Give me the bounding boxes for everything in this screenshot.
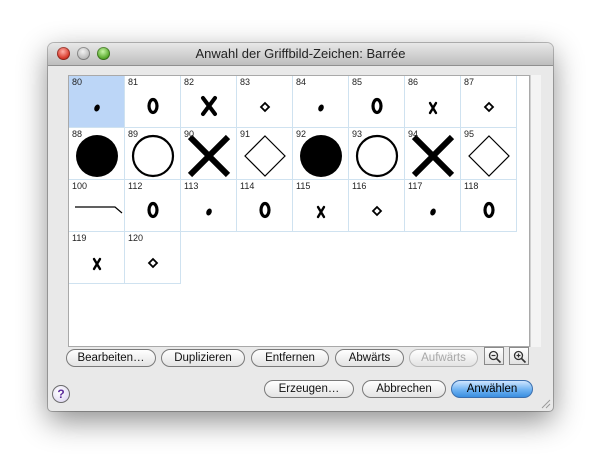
zoom-out-icon xyxy=(488,350,502,364)
symbol-number: 114 xyxy=(240,181,255,191)
symbol-cell[interactable]: 92 xyxy=(293,128,349,180)
symbol-cell[interactable]: 119 xyxy=(69,232,125,284)
symbol-cell[interactable]: 114 xyxy=(237,180,293,232)
symbol-cell[interactable]: 112 xyxy=(125,180,181,232)
symbol-number: 113 xyxy=(184,181,199,191)
symbol-number: 92 xyxy=(296,129,307,139)
symbol-number: 91 xyxy=(240,129,251,139)
symbol-number: 115 xyxy=(296,181,311,191)
symbol-cell[interactable]: 118 xyxy=(461,180,517,232)
create-button[interactable]: Erzeugen… xyxy=(264,380,354,398)
symbol-number: 83 xyxy=(240,77,251,87)
symbol-cell[interactable]: 116 xyxy=(349,180,405,232)
symbol-number: 95 xyxy=(464,129,475,139)
dialog-window: Anwahl der Griffbild-Zeichen: Barrée 80 8… xyxy=(48,43,553,411)
remove-button[interactable]: Entfernen xyxy=(251,349,329,367)
symbol-cell[interactable]: 117 xyxy=(405,180,461,232)
symbol-cell[interactable]: 87 xyxy=(461,76,517,128)
symbol-number: 112 xyxy=(128,181,143,191)
symbol-number: 85 xyxy=(352,77,363,87)
symbol-cell[interactable]: 113 xyxy=(181,180,237,232)
vertical-scrollbar[interactable] xyxy=(530,75,541,347)
symbol-cell[interactable]: 90 xyxy=(181,128,237,180)
symbol-number: 86 xyxy=(408,77,419,87)
symbol-cell[interactable]: 80 xyxy=(69,76,125,128)
symbol-cell[interactable]: 94 xyxy=(405,128,461,180)
cancel-button[interactable]: Abbrechen xyxy=(362,380,446,398)
zoom-out-button[interactable] xyxy=(484,347,504,365)
symbol-number: 89 xyxy=(128,129,139,139)
symbol-number: 80 xyxy=(72,77,83,87)
symbol-number: 84 xyxy=(296,77,307,87)
symbol-number: 81 xyxy=(128,77,139,87)
symbol-number: 93 xyxy=(352,129,363,139)
symbol-cell[interactable]: 84 xyxy=(293,76,349,128)
symbol-cell[interactable]: 100 xyxy=(69,180,125,232)
symbol-cell[interactable]: 85 xyxy=(349,76,405,128)
resize-grip-icon[interactable] xyxy=(539,397,551,409)
symbol-number: 120 xyxy=(128,233,144,243)
symbol-cell[interactable]: 91 xyxy=(237,128,293,180)
symbol-cell[interactable]: 95 xyxy=(461,128,517,180)
symbol-number: 90 xyxy=(184,129,195,139)
zoom-in-icon xyxy=(513,350,527,364)
symbol-grid[interactable]: 80 81 82 83 84 85 86 87 88 89 90 91 92 93 94 95 100 112 11… xyxy=(68,75,530,347)
symbol-cell[interactable]: 86 xyxy=(405,76,461,128)
help-button[interactable]: ? xyxy=(52,385,70,403)
symbol-cell[interactable]: 89 xyxy=(125,128,181,180)
symbol-number: 87 xyxy=(464,77,475,87)
select-button[interactable]: Anwählen xyxy=(451,380,533,398)
symbol-number: 116 xyxy=(352,181,367,191)
edit-button[interactable]: Bearbeiten… xyxy=(66,349,156,367)
symbol-cell[interactable]: 82 xyxy=(181,76,237,128)
symbol-cell[interactable]: 81 xyxy=(125,76,181,128)
symbol-cell[interactable]: 120 xyxy=(125,232,181,284)
symbol-cell[interactable]: 93 xyxy=(349,128,405,180)
symbol-number: 117 xyxy=(408,181,423,191)
zoom-in-button[interactable] xyxy=(509,347,529,365)
symbol-cell[interactable]: 88 xyxy=(69,128,125,180)
duplicate-button[interactable]: Duplizieren xyxy=(161,349,245,367)
symbol-cell[interactable]: 83 xyxy=(237,76,293,128)
symbol-cell[interactable]: 115 xyxy=(293,180,349,232)
symbol-number: 100 xyxy=(72,181,88,191)
move-up-button[interactable]: Aufwärts xyxy=(409,349,478,367)
symbol-number: 88 xyxy=(72,129,83,139)
symbol-number: 119 xyxy=(72,233,87,243)
move-down-button[interactable]: Abwärts xyxy=(335,349,404,367)
symbol-number: 82 xyxy=(184,77,195,87)
window-title: Anwahl der Griffbild-Zeichen: Barrée xyxy=(195,46,406,61)
help-question-icon: ? xyxy=(57,387,65,401)
symbol-number: 94 xyxy=(408,129,419,139)
title-bar[interactable]: Anwahl der Griffbild-Zeichen: Barrée xyxy=(48,43,553,66)
symbol-number: 118 xyxy=(464,181,479,191)
